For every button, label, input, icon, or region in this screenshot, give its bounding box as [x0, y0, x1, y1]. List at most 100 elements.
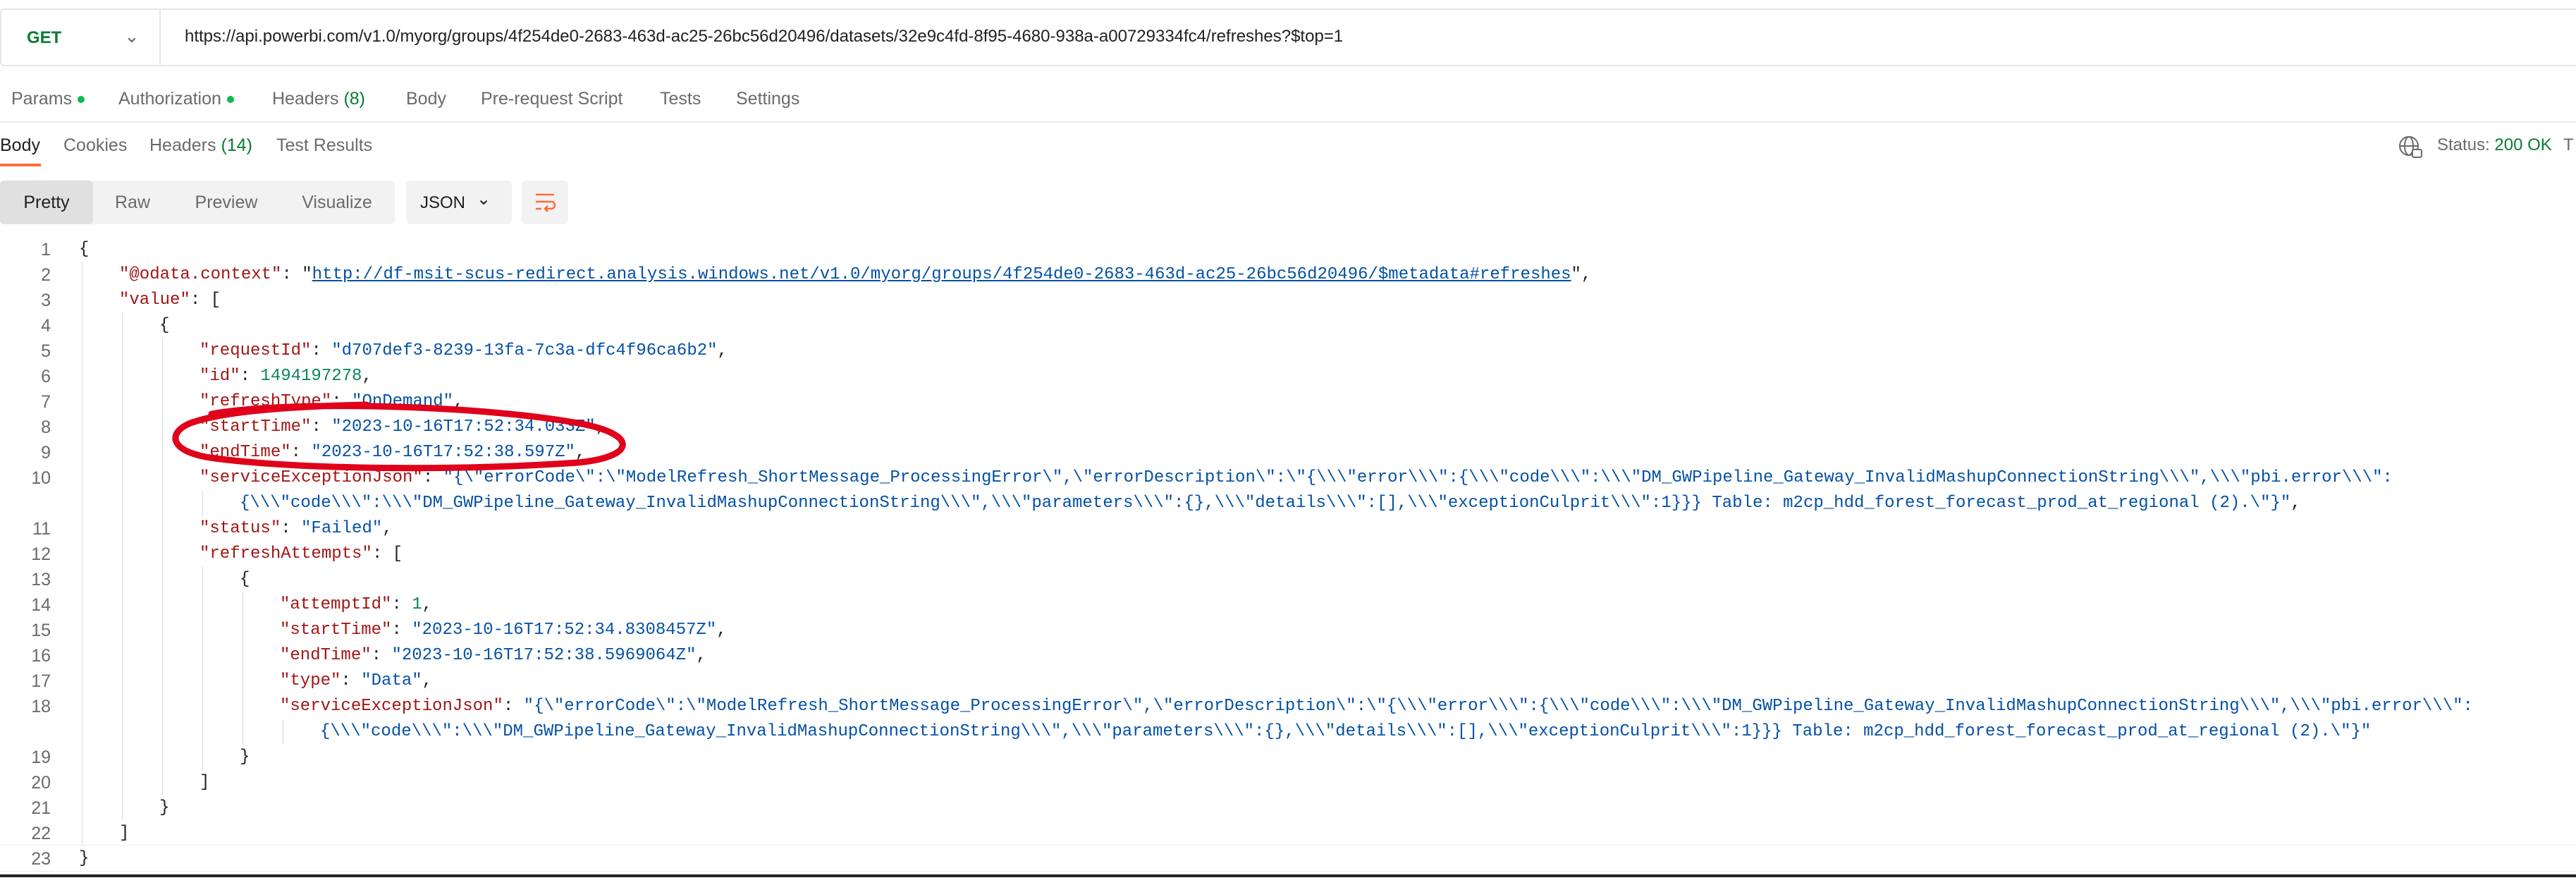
json-punctuation: :	[391, 621, 412, 640]
indent-guide	[122, 491, 123, 516]
indent-guide	[162, 567, 163, 592]
code-text: {\\\"code\\\":\\\"DM_GWPipeline_Gateway_…	[320, 719, 2371, 745]
code-text: "value": [	[119, 288, 221, 313]
code-text: "serviceExceptionJson": "{\"errorCode\":…	[200, 465, 2393, 491]
code-text: {	[79, 237, 89, 262]
code-text: "id": 1494197278,	[200, 364, 372, 389]
indent-guide	[202, 491, 203, 516]
json-punctuation: }	[240, 747, 250, 767]
view-preview-button[interactable]: Preview	[185, 181, 268, 224]
view-visualize-button[interactable]: Visualize	[288, 181, 386, 224]
code-text: "refreshType": "OnDemand",	[200, 389, 463, 415]
json-punctuation: ",	[1571, 265, 1592, 284]
line-number: 1	[41, 240, 51, 260]
url-input[interactable]: https://api.powerbi.com/v1.0/myorg/group…	[185, 27, 1343, 47]
indent-guide	[162, 618, 163, 643]
line-number: 17	[31, 671, 51, 691]
indent-guide	[162, 669, 163, 694]
json-key: "type"	[280, 671, 341, 690]
indent-guide	[202, 643, 203, 669]
code-line: 18 "serviceExceptionJson": "{\"errorCode\…	[0, 694, 2576, 719]
code-text: ]	[200, 770, 209, 795]
indent-guide	[162, 364, 163, 389]
json-string: {\\\"code\\\":\\\"DM_GWPipeline_Gateway_…	[240, 494, 2291, 513]
code-line: 14 "attemptId": 1,	[0, 592, 2576, 618]
http-method-select[interactable]: GET	[27, 28, 61, 48]
format-select-value: JSON	[420, 193, 466, 212]
globe-icon[interactable]	[2397, 133, 2424, 159]
line-number: 7	[41, 392, 51, 412]
code-line: 11 "status": "Failed",	[0, 516, 2576, 542]
indent-guide	[162, 643, 163, 669]
tab-label: Headers	[272, 89, 339, 109]
indent-guide	[122, 313, 123, 338]
json-punctuation: :	[422, 468, 443, 487]
code-line: 15 "startTime": "2023-10-16T17:52:34.8308…	[0, 618, 2576, 643]
code-text: "@odata.context": "http://df-msit-scus-r…	[119, 262, 1591, 288]
response-status[interactable]: Status: 200 OK	[2437, 135, 2552, 155]
wrap-lines-button[interactable]	[522, 181, 568, 224]
code-line: 9 "endTime": "2023-10-16T17:52:38.597Z",	[0, 440, 2576, 465]
code-line: 8 "startTime": "2023-10-16T17:52:34.033Z"…	[0, 415, 2576, 440]
json-punctuation: ,	[595, 417, 606, 437]
indent-guide	[162, 440, 163, 465]
json-punctuation: :	[281, 519, 302, 538]
indent-guide	[122, 440, 123, 465]
tab-response-body[interactable]: Body	[0, 135, 40, 156]
indent-guide	[122, 643, 123, 669]
tab-params[interactable]: Params	[11, 89, 85, 109]
view-raw-button[interactable]: Raw	[97, 181, 168, 224]
json-key: "startTime"	[280, 621, 392, 640]
indent-guide	[122, 415, 123, 440]
json-number: 1	[412, 595, 422, 614]
indent-guide	[122, 542, 123, 567]
json-string: "2023-10-16T17:52:38.5969064Z"	[391, 646, 697, 665]
tab-tests[interactable]: Tests	[660, 89, 701, 109]
code-text: "attemptId": 1,	[280, 592, 432, 618]
tab-settings[interactable]: Settings	[736, 89, 799, 109]
code-line: 3 "value": [	[0, 288, 2576, 313]
json-link[interactable]: http://df-msit-scus-redirect.analysis.wi…	[312, 265, 1571, 284]
code-text: {\\\"code\\\":\\\"DM_GWPipeline_Gateway_…	[240, 491, 2301, 516]
json-key: "requestId"	[200, 341, 312, 360]
json-punctuation: ]	[119, 824, 130, 843]
line-number: 5	[41, 341, 51, 361]
indent-guide	[202, 618, 203, 643]
tab-cookies[interactable]: Cookies	[63, 135, 127, 156]
tab-test-results[interactable]: Test Results	[276, 135, 372, 156]
tab-body[interactable]: Body	[406, 89, 446, 109]
tab-authorization[interactable]: Authorization	[118, 89, 234, 109]
indent-guide	[202, 745, 203, 770]
json-string: "d707def3-8239-13fa-7c3a-dfc4f96ca6b2"	[331, 341, 718, 360]
tab-count: (8)	[343, 89, 366, 109]
line-number: 19	[31, 747, 51, 767]
json-punctuation: {	[240, 570, 250, 589]
tab-label: Params	[11, 89, 73, 109]
status-label: Status:	[2437, 135, 2490, 154]
json-punctuation: ]	[200, 773, 210, 792]
tab-pre-request-script[interactable]: Pre-request Script	[481, 89, 622, 109]
json-key: "status"	[200, 519, 281, 538]
json-key: "@odata.context"	[119, 265, 282, 284]
tab-response-headers[interactable]: Headers (14)	[149, 135, 252, 156]
indent-guide	[122, 338, 123, 364]
line-number: 6	[41, 367, 51, 386]
tab-label: Cookies	[63, 135, 128, 155]
chevron-down-icon[interactable]: ⌄	[124, 25, 140, 47]
code-text: "serviceExceptionJson": "{\"errorCode\":…	[280, 694, 2473, 719]
json-punctuation: ,	[2290, 494, 2301, 513]
code-text: "startTime": "2023-10-16T17:52:34.033Z",	[200, 415, 606, 440]
tab-count: (14)	[221, 135, 252, 155]
json-punctuation: {	[159, 316, 170, 335]
json-punctuation: ,	[422, 671, 433, 690]
indent-guide	[162, 770, 163, 795]
line-number: 8	[41, 417, 51, 437]
view-pretty-button[interactable]: Pretty	[0, 181, 93, 224]
code-text: }	[240, 745, 250, 770]
indent-guide	[122, 795, 123, 821]
code-line: {\\\"code\\\":\\\"DM_GWPipeline_Gateway_…	[0, 719, 2576, 745]
response-time-label[interactable]: T	[2563, 135, 2574, 155]
tab-label: Settings	[736, 89, 800, 109]
tab-headers[interactable]: Headers (8)	[272, 89, 365, 109]
code-line: 23}	[0, 846, 2576, 872]
